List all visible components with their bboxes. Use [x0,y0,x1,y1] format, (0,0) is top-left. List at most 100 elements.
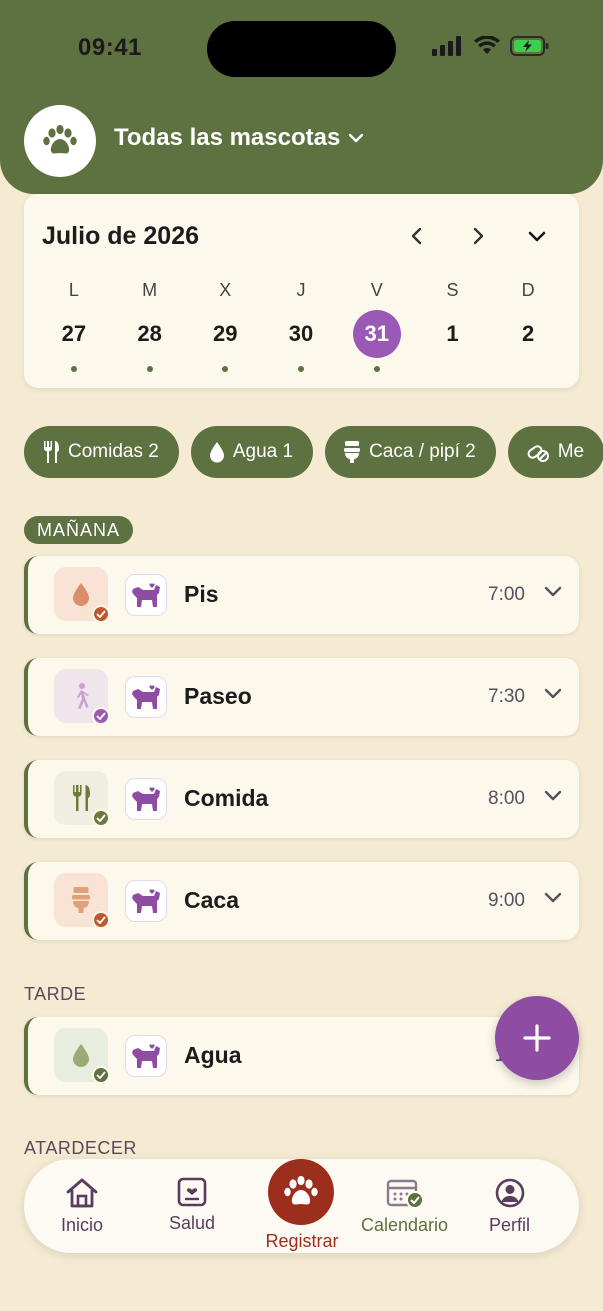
day-cell[interactable]: S 1 [415,280,491,372]
status-icons [432,36,550,56]
nav-label: Perfil [489,1215,531,1235]
entry-time: 7:00 [488,584,525,605]
chevron-down-icon[interactable] [543,788,563,802]
health-record-icon [177,1177,207,1207]
status-time: 09:41 [78,34,142,61]
chevron-down-icon [528,231,546,242]
day-cell-selected[interactable]: V 31 [339,280,415,372]
nav-label: Calendario [361,1215,449,1235]
chevron-down-icon[interactable] [543,686,563,700]
plus-icon [523,1024,551,1052]
chip-medicacion[interactable]: Me [507,426,603,478]
chevron-right-icon [473,227,484,245]
chevron-down-icon[interactable] [543,890,563,904]
log-entry-caca[interactable]: Caca 9:00 [24,862,579,940]
entry-type-icon [54,771,110,827]
nav-registrar-label[interactable]: Registrar [246,1231,358,1252]
filter-chips: Comidas 2 Agua 1 Caca / pipí 2 Me [24,426,603,478]
entry-title: Agua [184,1042,242,1068]
day-letter: D [521,280,535,300]
day-cell[interactable]: X 29 [187,280,263,372]
nav-label: Salud [169,1213,216,1233]
event-dot [525,366,531,372]
dog-icon [125,676,167,718]
day-cell[interactable]: D 2 [490,280,566,372]
walking-icon [77,683,89,709]
day-number: 29 [213,321,238,346]
pill-icon [527,445,549,462]
nav-registrar-button[interactable] [268,1159,334,1225]
toilet-icon [344,441,361,463]
entry-time: 7:30 [488,686,525,707]
nav-salud[interactable]: Salud [169,1177,215,1234]
signal-icon [432,36,461,56]
day-letter: M [142,280,158,300]
add-entry-button[interactable] [495,996,579,1080]
water-drop-icon [73,1044,89,1067]
home-icon [66,1178,98,1208]
check-badge-icon [92,605,110,623]
nav-perfil[interactable]: Perfil [489,1177,530,1236]
check-badge-icon [92,707,110,725]
pet-selector-dropdown[interactable]: Todas las mascotas [114,124,364,152]
section-tarde: TARDE [24,984,87,1004]
chip-comidas[interactable]: Comidas 2 [24,426,179,478]
day-number: 30 [288,321,314,346]
day-letter: L [68,280,79,300]
water-drop-icon [209,442,224,463]
profile-icon [495,1178,524,1208]
expand-calendar-button[interactable] [523,222,551,250]
day-letter: X [219,280,232,300]
water-drop-icon [73,583,89,606]
check-badge-icon [92,809,110,827]
nav-calendario[interactable]: Calendario [361,1177,448,1236]
check-badge-icon [92,1066,110,1084]
utensils-icon [73,785,90,811]
bottom-navigation: Inicio Salud Registrar Calendario Perfil [24,1159,579,1253]
entry-type-icon [54,873,110,929]
day-number: 1 [446,321,459,346]
battery-icon [510,36,549,56]
entry-time: 8:00 [488,788,525,809]
utensils-icon [44,441,59,463]
app-header: 09:41 Todas las mascotas [0,0,603,194]
chip-label: Agua 1 [232,441,294,462]
toilet-icon [72,887,90,913]
week-days: L 27 M 28 X 29 J 30 V 31 S 1 D 2 [36,280,566,372]
log-entry-comida[interactable]: Comida 8:00 [24,760,579,838]
prev-week-button[interactable] [403,222,431,250]
dog-icon [125,1035,167,1077]
check-badge-icon [92,911,110,929]
chevron-down-icon[interactable] [543,584,563,598]
day-number: 27 [61,321,87,346]
event-dot [222,366,229,372]
event-dot [298,366,305,372]
chip-agua[interactable]: Agua 1 [190,426,314,478]
pet-avatar[interactable] [24,105,96,177]
next-week-button[interactable] [464,222,492,250]
dog-icon [125,574,167,616]
entry-type-icon [54,1028,110,1084]
day-number: 31 [352,310,401,358]
day-cell[interactable]: J 30 [263,280,339,372]
section-atardecer: ATARDECER [24,1138,137,1158]
week-calendar: Julio de 2026 L 27 M 28 X 29 J 30 V 31 S… [24,194,579,388]
section-manana: MAÑANA [24,516,134,544]
nav-inicio[interactable]: Inicio [61,1177,103,1236]
chevron-left-icon [411,227,422,245]
day-number: 2 [522,321,535,346]
event-dot [449,366,455,372]
chip-label: Comidas 2 [68,441,159,462]
dog-icon [125,778,167,820]
day-cell[interactable]: L 27 [36,280,112,372]
entry-title: Comida [184,785,269,811]
log-entry-paseo[interactable]: Paseo 7:30 [24,658,579,736]
entry-time: 9:00 [488,890,525,911]
log-entry-pis[interactable]: Pis 7:00 [24,556,579,634]
chip-label: Me [557,441,585,462]
day-letter: S [446,280,459,300]
chip-caca-pipi[interactable]: Caca / pipí 2 [325,426,496,478]
day-number: 28 [137,321,162,346]
day-cell[interactable]: M 28 [112,280,188,372]
pet-selector-label: Todas las mascotas [114,124,341,151]
